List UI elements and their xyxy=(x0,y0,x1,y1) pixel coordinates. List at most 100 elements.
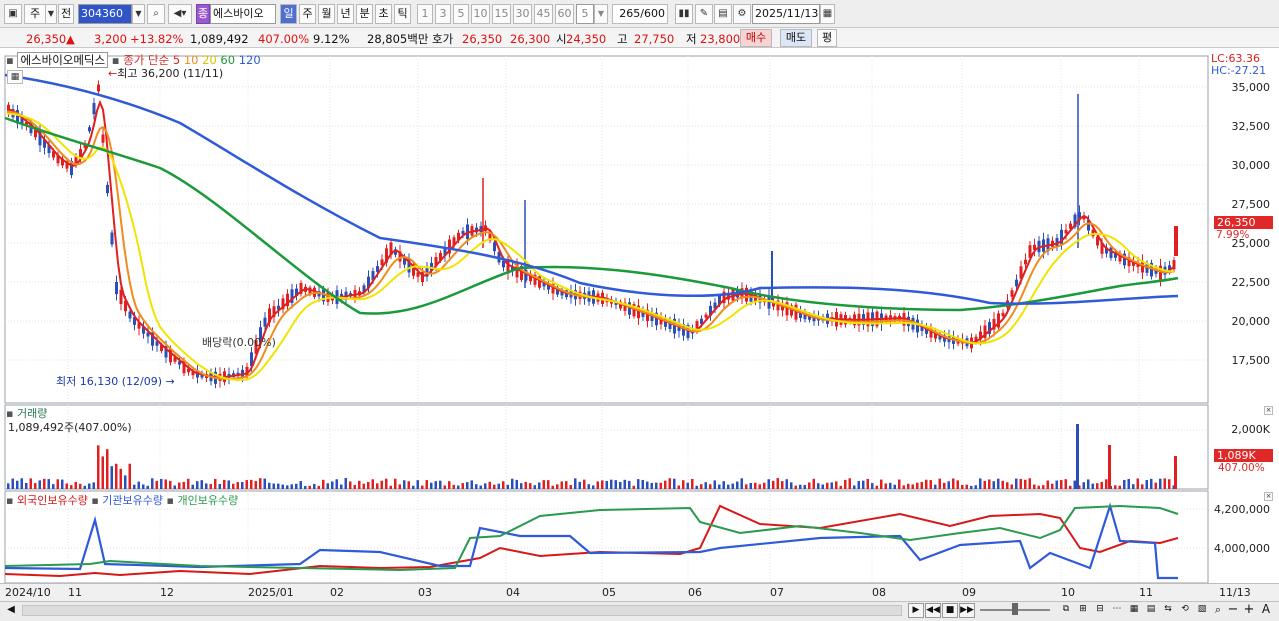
chart-tool-icon[interactable]: ⟲ xyxy=(1177,603,1193,618)
interval-3[interactable]: 3 xyxy=(435,4,451,24)
search-icon[interactable]: ⌕ xyxy=(147,4,165,24)
period-minute[interactable]: 분 xyxy=(356,4,373,24)
panel-close-icon[interactable]: × xyxy=(1264,492,1273,501)
x-label: 04 xyxy=(506,586,520,599)
period-year[interactable]: 년 xyxy=(337,4,354,24)
edit-icon[interactable]: ✎ xyxy=(695,4,713,24)
code-dropdown-icon[interactable]: ▼ xyxy=(132,4,145,24)
chart-canvas[interactable] xyxy=(0,48,1279,603)
volume-bar xyxy=(322,479,325,489)
volume-bar xyxy=(430,482,433,489)
chart-tool-icon[interactable]: ⊞ xyxy=(1075,603,1091,618)
avg-button[interactable]: 평 xyxy=(817,29,837,47)
zoom-slider-handle[interactable] xyxy=(1012,603,1018,615)
interval-input[interactable]: 5 xyxy=(576,4,594,24)
bar-count-field[interactable]: 265/600 xyxy=(612,4,668,24)
sell-button[interactable]: 매도 xyxy=(780,29,812,47)
volume-bar xyxy=(614,480,617,489)
buy-button[interactable]: 매수 xyxy=(740,29,772,47)
volume-bar xyxy=(866,478,869,489)
stock-name-field[interactable]: 에스바이오 xyxy=(210,4,276,24)
fast-forward-icon[interactable]: ▶▶ xyxy=(959,603,975,618)
zoom-in-icon[interactable]: + xyxy=(1241,603,1257,618)
stock-code-input[interactable]: 304360 xyxy=(78,4,132,24)
volume-bar xyxy=(128,463,131,489)
volume-bar xyxy=(1087,479,1090,489)
speaker-icon[interactable]: ◀▾ xyxy=(168,4,192,24)
zoom-search-icon[interactable]: ⌕ xyxy=(1210,603,1226,618)
period-week[interactable]: 주 xyxy=(299,4,316,24)
x-label: 10 xyxy=(1061,586,1075,599)
candle-body xyxy=(88,127,91,132)
price-y-tick: 17,500 xyxy=(1231,354,1271,367)
volume-bar xyxy=(569,485,572,489)
volume-bar xyxy=(187,478,190,489)
period-second[interactable]: 초 xyxy=(375,4,392,24)
volume-bar xyxy=(1136,478,1139,489)
volume-bar xyxy=(272,483,275,489)
period-tick[interactable]: 틱 xyxy=(394,4,411,24)
volume-bar xyxy=(439,480,442,489)
volume-bar xyxy=(124,475,127,489)
chart-tool-icon[interactable]: ▧ xyxy=(1194,603,1210,618)
interval-60[interactable]: 60 xyxy=(555,4,574,24)
period-type-select[interactable]: 주 xyxy=(24,4,46,24)
volume-bar xyxy=(542,480,545,489)
zoom-out-icon[interactable]: − xyxy=(1225,603,1241,618)
volume-bar xyxy=(326,483,329,489)
volume-bar xyxy=(628,480,631,489)
date-input[interactable]: 2025/11/13 xyxy=(752,4,820,24)
legend-stock-name[interactable]: 에스바이오메딕스 xyxy=(17,52,109,68)
volume-bar xyxy=(1096,483,1099,489)
calendar-icon[interactable]: ▦ xyxy=(820,4,835,24)
rewind-icon[interactable]: ◀◀ xyxy=(925,603,941,618)
candle-icon[interactable]: ▮▮ xyxy=(675,4,693,24)
interval-10[interactable]: 10 xyxy=(471,4,490,24)
text-tool-icon[interactable]: A xyxy=(1258,603,1274,618)
panel-close-icon[interactable]: × xyxy=(1264,406,1273,415)
stop-icon[interactable]: ■ xyxy=(942,603,958,618)
volume-bar xyxy=(664,480,667,489)
volume-bar xyxy=(146,485,149,489)
period-day[interactable]: 일 xyxy=(280,4,297,24)
period-month[interactable]: 월 xyxy=(318,4,335,24)
layout-icon[interactable]: ▣ xyxy=(4,4,22,24)
chart-tool-icon[interactable]: ⋯ xyxy=(1109,603,1125,618)
interval-1[interactable]: 1 xyxy=(417,4,433,24)
x-label: 11 xyxy=(68,586,82,599)
volume-bar xyxy=(988,479,991,489)
dropdown-arrow-icon[interactable]: ▼ xyxy=(45,4,57,24)
volume-bar xyxy=(1051,483,1054,489)
hoga-label: 호가 xyxy=(432,32,454,46)
volume-bar xyxy=(286,485,289,489)
interval-15[interactable]: 15 xyxy=(492,4,511,24)
chart-tool-icon[interactable]: ▤ xyxy=(1143,603,1159,618)
volume-bar xyxy=(241,482,244,489)
interval-5[interactable]: 5 xyxy=(453,4,469,24)
current-price: 26,350 xyxy=(26,32,67,46)
chart-tool-icon[interactable]: ⇆ xyxy=(1160,603,1176,618)
save-icon[interactable]: ▤ xyxy=(714,4,732,24)
volume-bar xyxy=(587,484,590,489)
volume-bar xyxy=(781,481,784,489)
interval-45[interactable]: 45 xyxy=(534,4,553,24)
volume-bar xyxy=(227,480,230,489)
toolbar: ▣ 주 ▼ 전 304360 ▼ ⌕ ◀▾ 종 에스바이오 일 주 월 년 분 … xyxy=(0,0,1279,28)
volume-bar xyxy=(178,482,181,489)
scroll-track[interactable] xyxy=(22,605,902,616)
scroll-left-icon[interactable]: ◀ xyxy=(3,603,19,618)
chart-tool-icon[interactable]: ⊟ xyxy=(1092,603,1108,618)
chart-tool-icon[interactable]: ▦ xyxy=(1126,603,1142,618)
prev-button[interactable]: 전 xyxy=(58,4,74,24)
chart-tool-icon[interactable]: ⧉ xyxy=(1058,603,1074,618)
interval-dropdown-icon[interactable]: ▼ xyxy=(594,4,608,24)
volume-bar xyxy=(88,483,91,489)
volume-bar xyxy=(682,480,685,489)
play-icon[interactable]: ▶ xyxy=(908,603,924,618)
volume-current-value: 1,089,492주(407.00%) xyxy=(8,421,132,434)
grid-toggle-icon[interactable]: ▦ xyxy=(7,70,23,84)
volume-bar xyxy=(641,479,644,489)
volume-bar xyxy=(1001,480,1004,489)
settings-icon[interactable]: ⚙ xyxy=(733,4,751,24)
interval-30[interactable]: 30 xyxy=(513,4,532,24)
